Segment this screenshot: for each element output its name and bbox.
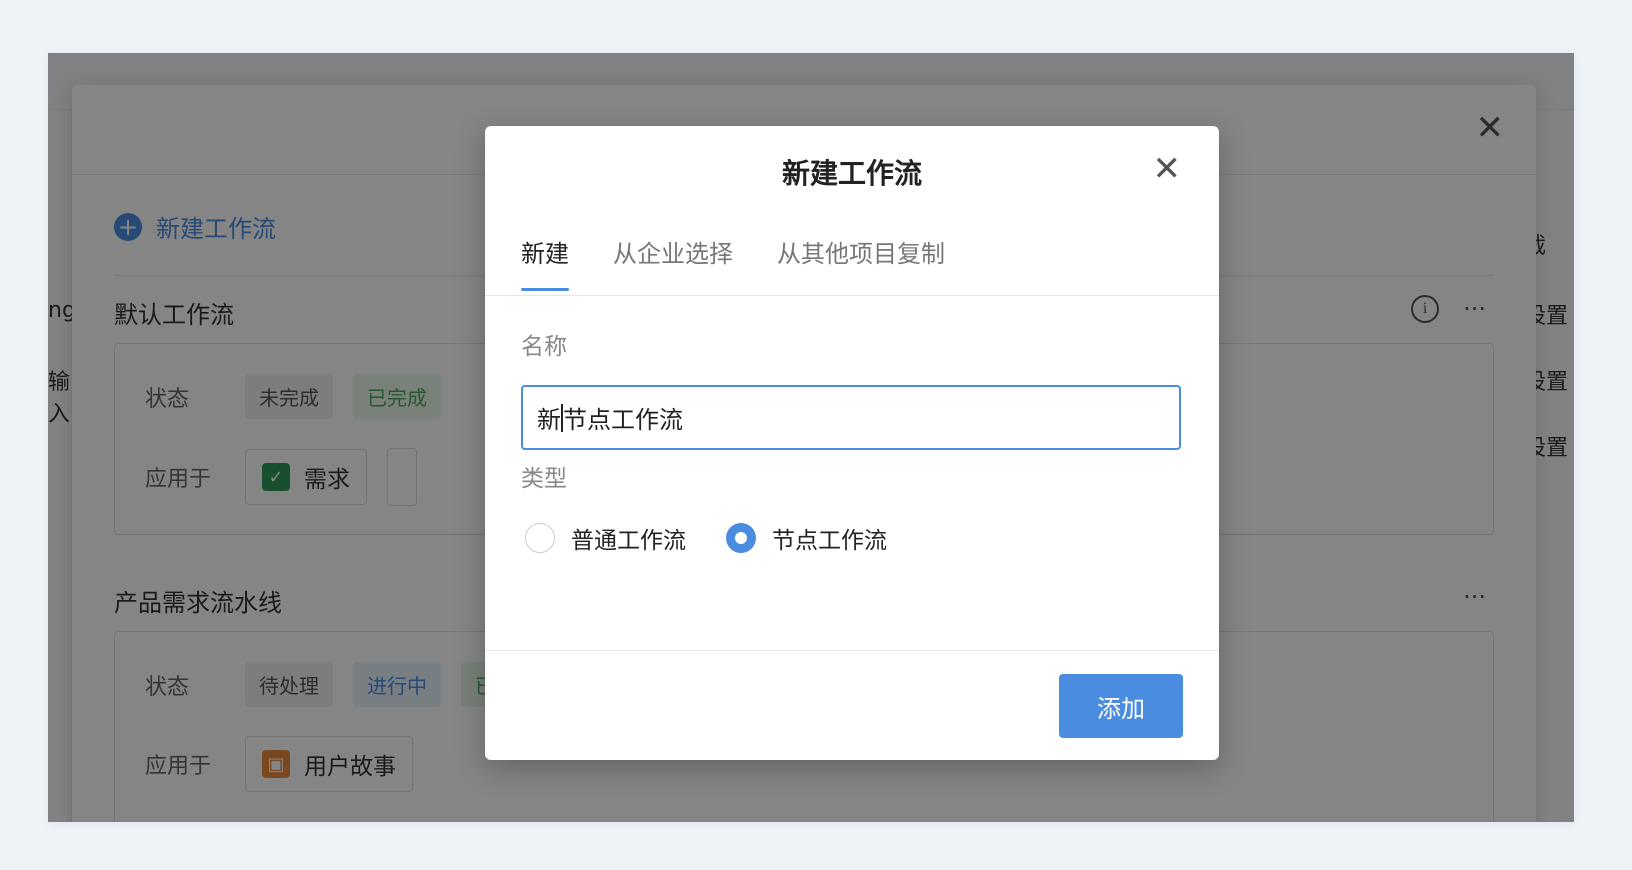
name-text-after-caret: 节点工作流 <box>563 406 683 434</box>
tab-from-enterprise[interactable]: 从企业选择 <box>613 234 733 289</box>
radio-option-node[interactable]: 节点工作流 <box>726 521 887 555</box>
tab-new[interactable]: 新建 <box>521 234 569 291</box>
radio-label: 普通工作流 <box>571 528 686 554</box>
radio-label: 节点工作流 <box>772 528 887 554</box>
dialog-tabs: 新建 从企业选择 从其他项目复制 <box>521 234 1219 291</box>
close-icon[interactable]: ✕ <box>1153 152 1182 186</box>
name-input[interactable]: 新节点工作流 <box>521 385 1181 450</box>
new-workflow-dialog: 新建工作流 ✕ 新建 从企业选择 从其他项目复制 名称 新节点工作流 类型 普通… <box>485 126 1219 760</box>
name-text-before-caret: 新 <box>537 406 561 434</box>
name-label: 名称 <box>521 334 567 360</box>
type-radio-group: 普通工作流 节点工作流 <box>525 521 887 555</box>
app-window: ng 输入 截 设置 设置 设置 ✕ + 新建工作流 默认工作流 i ··· 状… <box>48 53 1574 822</box>
tabs-divider <box>485 295 1219 296</box>
radio-button[interactable] <box>726 523 756 553</box>
add-button[interactable]: 添加 <box>1059 674 1183 738</box>
dialog-title: 新建工作流 <box>781 157 922 190</box>
radio-option-normal[interactable]: 普通工作流 <box>525 521 686 555</box>
type-label: 类型 <box>521 466 567 492</box>
tab-copy-from-project[interactable]: 从其他项目复制 <box>777 234 945 289</box>
radio-button[interactable] <box>525 523 555 553</box>
footer-divider <box>485 650 1219 651</box>
